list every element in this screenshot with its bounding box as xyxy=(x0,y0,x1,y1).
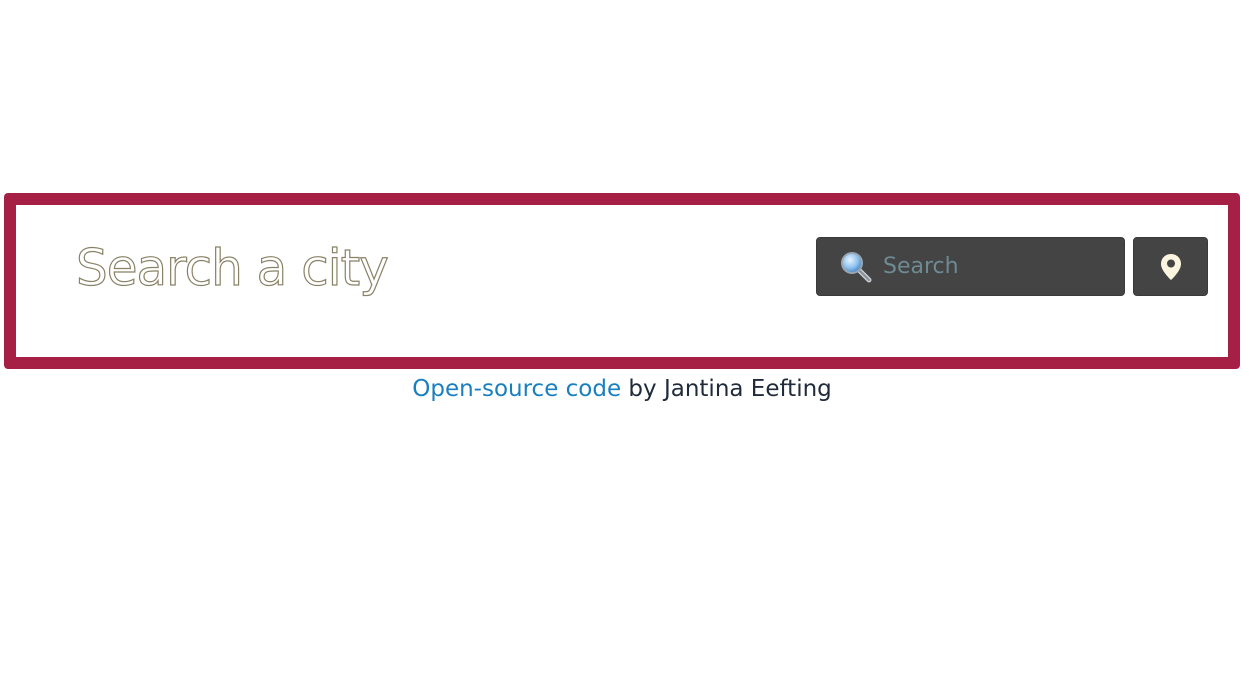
source-code-link[interactable]: Open-source code xyxy=(412,376,621,402)
search-card: Search a city xyxy=(4,193,1240,369)
search-input[interactable] xyxy=(877,238,1117,295)
current-location-button[interactable] xyxy=(1133,237,1208,296)
magnifier-icon xyxy=(839,251,873,283)
page-title: Search a city xyxy=(75,239,389,297)
search-form[interactable] xyxy=(816,237,1125,296)
map-pin-icon xyxy=(1161,254,1181,280)
footer-credit: Open-source code by Jantina Eefting xyxy=(0,374,1244,404)
author-credit: by Jantina Eefting xyxy=(621,376,832,402)
